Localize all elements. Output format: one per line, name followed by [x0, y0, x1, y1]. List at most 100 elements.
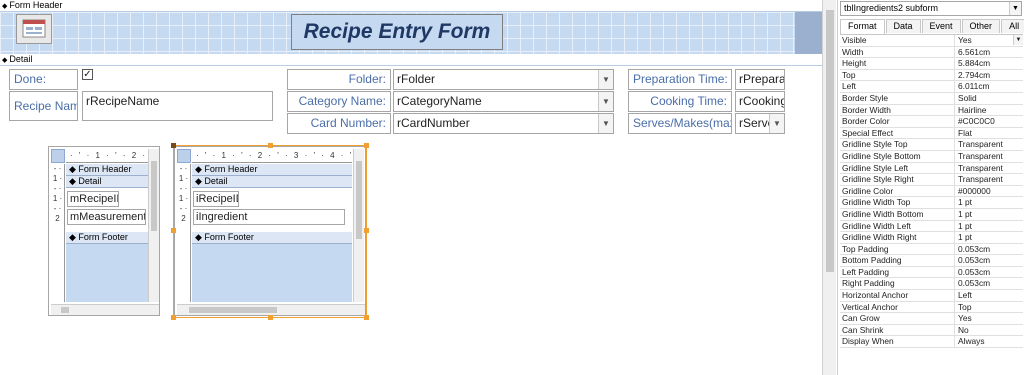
chevron-down-icon[interactable]: ▼	[598, 92, 613, 111]
property-sheet[interactable]: tblIngredients2 subform ▼ Format Data Ev…	[837, 0, 1024, 375]
property-value[interactable]: 2.794cm	[955, 70, 1023, 81]
folder-combobox[interactable]: rFolder ▼	[393, 69, 614, 90]
property-row[interactable]: Right Padding 0.053cm	[840, 278, 1023, 291]
property-value[interactable]: Left	[955, 290, 1023, 301]
done-label[interactable]: Done:	[9, 69, 78, 90]
subform-selector[interactable]	[51, 149, 65, 163]
property-row[interactable]: Bottom Padding 0.053cm	[840, 255, 1023, 267]
tab-event[interactable]: Event	[921, 19, 961, 33]
form-design-surface[interactable]: ◆ Form Header Recipe Entry Form ◆ Detail D…	[0, 0, 836, 375]
subform-vertical-scrollbar[interactable]	[148, 149, 159, 302]
m-recipe-id-textbox[interactable]: mRecipeID	[67, 191, 119, 207]
property-value[interactable]: #C0C0C0	[955, 116, 1023, 127]
subform-form-footer-bar[interactable]: ◆ Form Footer	[66, 232, 148, 244]
property-row[interactable]: Top 2.794cm	[840, 69, 1023, 82]
property-row[interactable]: Border Color #C0C0C0	[840, 116, 1023, 128]
card-number-combobox[interactable]: rCardNumber ▼	[393, 113, 614, 134]
chevron-down-icon[interactable]: ▼	[598, 70, 613, 89]
property-value[interactable]: 0.053cm	[955, 278, 1023, 289]
property-row[interactable]: Special Effect Flat	[840, 127, 1023, 140]
property-row[interactable]: Gridline Style Bottom Transparent	[840, 150, 1023, 163]
property-row[interactable]: Left 6.011cm	[840, 81, 1023, 93]
measurements-subform[interactable]: · ' · 1 · ' · 2 · ' · - · 1 · - · 1 · - …	[48, 146, 160, 316]
category-name-label[interactable]: Category Name:	[287, 91, 391, 112]
tab-format[interactable]: Format	[840, 19, 885, 34]
resize-handle-right[interactable]	[364, 228, 369, 233]
resize-handle-bottom-left[interactable]	[171, 315, 176, 320]
property-value[interactable]: Transparent	[955, 151, 1023, 162]
folder-label[interactable]: Folder:	[287, 69, 391, 90]
property-value[interactable]: Yes ▼	[955, 35, 1023, 46]
object-selector-dropdown[interactable]: tblIngredients2 subform ▼	[840, 1, 1022, 16]
property-value[interactable]: Transparent	[955, 163, 1023, 174]
property-value[interactable]: 1 pt	[955, 209, 1023, 220]
property-row[interactable]: Horizontal Anchor Left	[840, 290, 1023, 302]
property-value[interactable]: 1 pt	[955, 232, 1023, 243]
scrollbar-thumb[interactable]	[826, 10, 834, 272]
property-value[interactable]: 1 pt	[955, 197, 1023, 208]
serves-makes-label[interactable]: Serves/Makes(max):	[628, 113, 732, 134]
subform-detail-bar[interactable]: ◆ Detail	[66, 176, 148, 188]
property-value[interactable]: 0.053cm	[955, 244, 1023, 255]
form-title-label[interactable]: Recipe Entry Form	[291, 14, 503, 50]
form-header-section-bar[interactable]: ◆ Form Header	[0, 0, 822, 12]
resize-handle-top[interactable]	[268, 143, 273, 148]
chevron-down-icon[interactable]: ▼	[769, 114, 784, 133]
detail-section-bar[interactable]: ◆ Detail	[0, 54, 822, 66]
property-value[interactable]: 6.561cm	[955, 47, 1023, 58]
form-logo-icon[interactable]	[16, 14, 52, 44]
property-row[interactable]: Border Width Hairline	[840, 104, 1023, 117]
chevron-down-icon[interactable]: ▼	[1009, 2, 1021, 15]
property-value[interactable]: Hairline	[955, 105, 1023, 116]
property-value[interactable]: No	[955, 325, 1023, 336]
property-row[interactable]: Gridline Color #000000	[840, 185, 1023, 198]
card-number-label[interactable]: Card Number:	[287, 113, 391, 134]
property-row[interactable]: Can Shrink No	[840, 324, 1023, 337]
property-row[interactable]: Border Style Solid	[840, 92, 1023, 105]
property-value[interactable]: 5.884cm	[955, 58, 1023, 69]
detail-area[interactable]: Done: ✓ Recipe Name: rRecipeName Folder:…	[0, 66, 822, 375]
preparation-time-label[interactable]: Preparation Time:	[628, 69, 732, 90]
cooking-time-label[interactable]: Cooking Time:	[628, 91, 732, 112]
resize-handle-bottom-right[interactable]	[364, 315, 369, 320]
property-row[interactable]: Gridline Width Top 1 pt	[840, 197, 1023, 209]
property-value[interactable]: Transparent	[955, 139, 1023, 150]
resize-handle-left[interactable]	[171, 228, 176, 233]
preparation-time-textbox[interactable]: rPreparati	[735, 69, 785, 90]
tab-data[interactable]: Data	[885, 19, 921, 33]
m-measurement-textbox[interactable]: mMeasurement	[67, 209, 146, 225]
subform-form-header-bar[interactable]: ◆ Form Header	[66, 164, 148, 176]
property-value[interactable]: 1 pt	[955, 221, 1023, 232]
property-value[interactable]: Solid	[955, 93, 1023, 104]
property-value[interactable]: Yes	[955, 313, 1023, 324]
property-value[interactable]: Flat	[955, 128, 1023, 139]
tab-other[interactable]: Other	[961, 19, 1001, 33]
property-row[interactable]: Vertical Anchor Top	[840, 301, 1023, 314]
property-row[interactable]: Can Grow Yes	[840, 313, 1023, 325]
done-checkbox[interactable]: ✓	[82, 69, 93, 80]
resize-handle-bottom[interactable]	[268, 315, 273, 320]
property-value[interactable]: 0.053cm	[955, 255, 1023, 266]
property-value[interactable]: Transparent	[955, 174, 1023, 185]
property-row[interactable]: Gridline Style Left Transparent	[840, 162, 1023, 175]
category-name-combobox[interactable]: rCategoryName ▼	[393, 91, 614, 112]
property-row[interactable]: Height 5.884cm	[840, 58, 1023, 70]
move-handle[interactable]	[171, 143, 176, 148]
property-row[interactable]: Gridline Width Bottom 1 pt	[840, 208, 1023, 221]
chevron-down-icon[interactable]: ▼	[1013, 35, 1023, 45]
property-row[interactable]: Top Padding 0.053cm	[840, 243, 1023, 256]
tab-all[interactable]: All	[1001, 19, 1024, 33]
property-value[interactable]: Top	[955, 302, 1023, 313]
property-row[interactable]: Left Padding 0.053cm	[840, 266, 1023, 279]
recipe-name-label[interactable]: Recipe Name:	[9, 91, 78, 121]
property-value[interactable]: 0.053cm	[955, 267, 1023, 278]
subform-footer-body[interactable]	[66, 244, 148, 302]
property-row[interactable]: Gridline Style Right Transparent	[840, 174, 1023, 186]
subform-horizontal-scrollbar[interactable]	[51, 304, 159, 315]
property-value[interactable]: Always	[955, 336, 1023, 347]
property-value[interactable]: 6.011cm	[955, 81, 1023, 92]
property-row[interactable]: Gridline Style Top Transparent	[840, 139, 1023, 151]
property-value[interactable]: #000000	[955, 186, 1023, 197]
design-vertical-scrollbar[interactable]	[822, 0, 836, 375]
property-row[interactable]: Visible Yes ▼	[840, 35, 1023, 47]
